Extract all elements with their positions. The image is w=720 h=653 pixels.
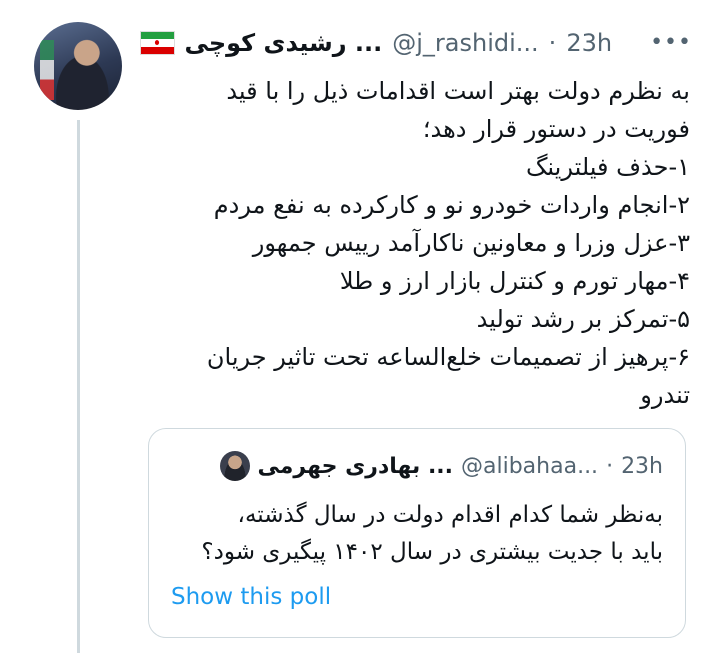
tweet-text-line: تندرو <box>640 381 690 409</box>
tweet-text-line: ۴-مهار تورم و کنترل بازار ارز و طلا <box>339 267 690 295</box>
tweet-text-line: فوریت در دستور قرار دهد؛ <box>422 115 690 143</box>
more-horizontal-icon[interactable]: ••• <box>650 32 692 54</box>
quoted-tweet-card[interactable]: 23h · @alibahaa... ... بهادری جهرمی به‌ن… <box>148 428 686 638</box>
quoted-header-separator: · <box>606 453 614 479</box>
tweet-text-line: ۱-حذف فیلترینگ <box>525 153 690 181</box>
quoted-tweet-header: 23h · @alibahaa... ... بهادری جهرمی <box>173 451 663 481</box>
author-avatar[interactable] <box>34 22 122 110</box>
tweet-text-line: ۳-عزل وزرا و معاونین ناکارآمد رییس جمهور <box>252 229 690 257</box>
quoted-author-handle: @alibahaa... <box>461 453 599 479</box>
avatar-flag-detail <box>40 40 54 100</box>
tweet-text-line: ۲-انجام واردات خودرو نو و کارکرده به نفع… <box>213 191 690 219</box>
show-poll-link[interactable]: Show this poll <box>171 584 331 610</box>
tweet-text-line: به نظرم دولت بهتر است اقدامات ذیل را با … <box>226 77 690 105</box>
quoted-author-name: ... بهادری جهرمی <box>257 453 454 479</box>
tweet-text-line: ۵-تمرکز بر رشد تولید <box>476 305 690 333</box>
quoted-tweet-text: به‌نظر شما کدام اقدام دولت در سال گذشته،… <box>173 497 663 571</box>
quoted-text-line: به‌نظر شما کدام اقدام دولت در سال گذشته، <box>237 502 663 528</box>
tweet-text-line: ۶-پرهیز از تصمیمات خلع‌الساعه تحت تاثیر … <box>206 343 690 371</box>
author-name[interactable]: ... رشیدی کوچی <box>185 29 383 57</box>
thread-line <box>77 120 80 653</box>
tweet-text: به نظرم دولت بهتر است اقدامات ذیل را با … <box>160 72 690 414</box>
quoted-author-avatar <box>219 451 250 481</box>
tweet-header: ••• 23h · @j_rashidi... ... رشیدی کوچی <box>132 28 692 58</box>
quoted-tweet-time: 23h <box>621 453 663 479</box>
author-handle[interactable]: @j_rashidi... <box>392 29 538 57</box>
tweet-time[interactable]: 23h <box>566 29 612 57</box>
quoted-text-line: باید با جدیت بیشتری در سال ۱۴۰۲ پیگیری ش… <box>201 539 663 565</box>
iran-flag-icon <box>139 31 175 55</box>
header-separator: · <box>548 29 557 57</box>
